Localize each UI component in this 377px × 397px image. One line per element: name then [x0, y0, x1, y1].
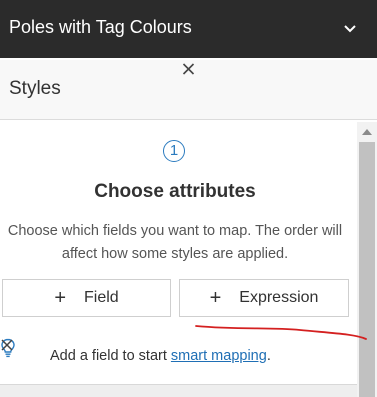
add-field-label: Field [84, 289, 119, 306]
chevron-down-icon[interactable] [340, 18, 360, 38]
section-heading: Choose attributes [94, 181, 256, 202]
close-icon[interactable] [0, 60, 377, 78]
panel-title: Styles [9, 78, 61, 99]
add-field-button[interactable]: + Field [2, 279, 171, 317]
scrollbar-thumb[interactable] [359, 142, 375, 397]
scroll-up-arrow-icon[interactable] [361, 128, 373, 136]
layer-title: Poles with Tag Colours [9, 17, 192, 37]
plus-icon: + [209, 287, 222, 309]
layer-header-bar: Poles with Tag Colours [0, 0, 377, 58]
smart-mapping-link[interactable]: smart mapping [171, 348, 267, 364]
next-section-strip [0, 384, 357, 397]
plus-icon: + [54, 287, 66, 309]
add-expression-label: Expression [239, 289, 319, 306]
step-number-badge: 1 [163, 140, 185, 162]
notice-suffix: . [266, 348, 271, 364]
notice-prefix: Add a field to start [50, 348, 171, 364]
close-icon[interactable] [0, 338, 14, 352]
add-expression-button[interactable]: + Expression [179, 279, 349, 317]
notice-text: Add a field to start smart mapping. [50, 346, 271, 366]
section-description: Choose which fields you want to map. The… [7, 223, 343, 262]
